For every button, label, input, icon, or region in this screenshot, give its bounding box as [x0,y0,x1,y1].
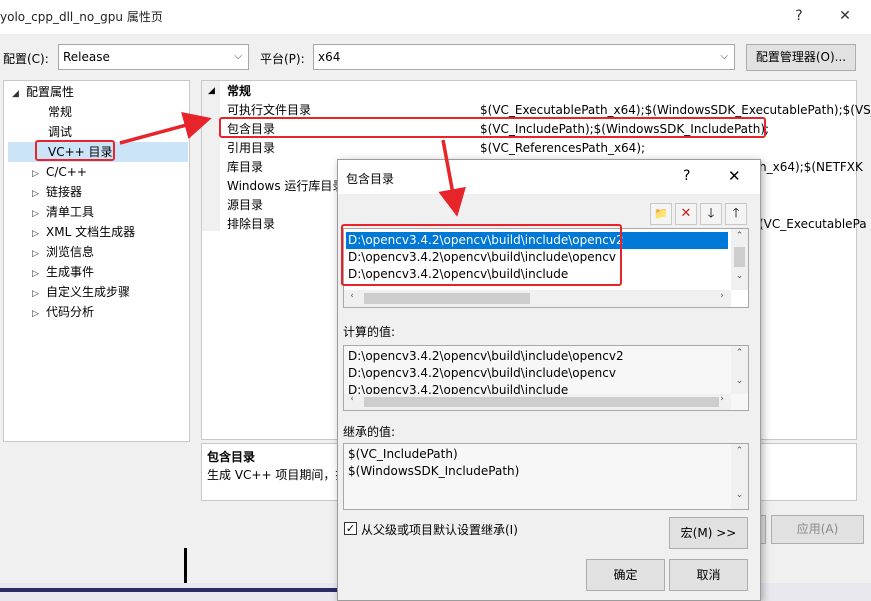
grid-row-executable-dirs[interactable]: 可执行文件目录 $(VC_ExecutablePath_x64);$(Windo… [202,101,871,120]
include-dirs-dialog: 包含目录 ? ✕ 📁 ✕ 🡓 🡑 D:\opencv3.4.2\opencv\b… [337,159,761,601]
chevron-down-icon: ⌵ [234,51,242,62]
tree-item-general[interactable]: 常规 [48,102,72,122]
inherited-line: $(VC_IncludePath) [348,447,458,461]
scroll-up-icon[interactable]: ⌃ [731,231,748,241]
scroll-right-icon[interactable]: › [716,394,728,404]
computed-line: D:\opencv3.4.2\opencv\build\include\open… [348,366,616,380]
scroll-up-icon[interactable]: ⌃ [731,348,748,358]
title-bar: yolo_cpp_dll_no_gpu 属性页 ? ✕ [0,0,871,34]
include-dirs-list[interactable]: D:\opencv3.4.2\opencv\build\include\open… [343,228,749,308]
scroll-down-icon[interactable]: ⌄ [731,271,748,281]
move-up-button[interactable]: 🡑 [725,203,747,225]
tree-item-linker[interactable]: ▷ 链接器 [32,182,82,202]
triangle-collapsed-icon: ▷ [32,209,39,219]
scroll-right-icon[interactable]: › [716,291,728,301]
list-item[interactable]: D:\opencv3.4.2\opencv\build\include\open… [348,232,624,249]
tree-item-browse-info[interactable]: ▷ 浏览信息 [32,242,94,262]
inherited-line: $(WindowsSDK_IncludePath) [348,464,520,478]
tree-item-build-events[interactable]: ▷ 生成事件 [32,262,94,282]
inherit-checkbox-label: 从父级或项目默认设置继承(I) [361,523,518,537]
move-down-button[interactable]: 🡓 [700,203,722,225]
triangle-expanded-icon: ◢ [208,86,215,96]
dialog-title-bar: 包含目录 ? ✕ [338,160,760,194]
chevron-down-icon: ⌵ [720,51,728,62]
description-text: 生成 VC++ 项目期间，搜 [207,468,348,482]
triangle-collapsed-icon: ▷ [32,289,39,299]
macros-button[interactable]: 宏(M) >> [669,517,748,549]
background-divider [184,548,187,583]
triangle-collapsed-icon: ▷ [32,249,39,259]
inherited-vertical-scrollbar[interactable]: ⌃ ⌄ [731,444,748,509]
dialog-close-button[interactable]: ✕ [728,167,741,185]
platform-label: 平台(P): [260,52,305,66]
computed-horizontal-scrollbar[interactable]: ‹ › [344,394,731,410]
property-tree: ◢ 配置属性 常规 调试 VC++ 目录 ▷ C/C++ ▷ 链接器 ▷ 清单工具 ▷ X… [3,80,190,442]
description-title: 包含目录 [207,450,256,464]
grid-row-include-dirs[interactable]: 包含目录 $(VC_IncludePath);$(WindowsSDK_Incl… [202,120,856,139]
dialog-help-button[interactable]: ? [683,168,690,184]
triangle-collapsed-icon: ▷ [32,169,39,179]
computed-values-box[interactable]: D:\opencv3.4.2\opencv\build\include\open… [343,345,749,411]
tree-item-vc-directories[interactable]: VC++ 目录 [48,142,113,162]
list-vertical-scrollbar[interactable]: ⌃ ⌄ [731,229,748,290]
triangle-expanded-icon: ◢ [12,89,19,99]
list-item[interactable]: D:\opencv3.4.2\opencv\build\include\open… [348,249,616,266]
new-line-button[interactable]: 📁 [650,203,672,225]
grid-row-reference-dirs[interactable]: 引用目录 $(VC_ReferencesPath_x64); [202,139,856,158]
scroll-left-icon[interactable]: ‹ [346,394,358,404]
close-button[interactable]: ✕ [834,6,856,26]
tree-item-debug[interactable]: 调试 [48,122,72,142]
scroll-left-icon[interactable]: ‹ [346,291,358,301]
folder-icon: 📁 [654,207,668,220]
delete-icon: ✕ [680,206,692,221]
config-label: 配置(C): [3,52,49,66]
platform-select-value: x64 [318,50,341,64]
computed-vertical-scrollbar[interactable]: ⌃ ⌄ [731,346,748,394]
grid-section-header[interactable]: ◢ 常规 [202,82,856,101]
computed-line: D:\opencv3.4.2\opencv\build\include\open… [348,349,624,363]
dialog-title: 包含目录 [346,172,395,186]
delete-line-button[interactable]: ✕ [675,203,697,225]
scroll-down-icon[interactable]: ⌄ [731,490,748,500]
triangle-collapsed-icon: ▷ [32,229,39,239]
scroll-up-icon[interactable]: ⌃ [731,446,748,456]
scroll-down-icon[interactable]: ⌄ [731,376,748,386]
computed-label: 计算的值: [343,325,396,339]
triangle-collapsed-icon: ▷ [32,269,39,279]
tree-item-manifest-tool[interactable]: ▷ 清单工具 [32,202,94,222]
scroll-thumb[interactable] [734,247,745,267]
list-item[interactable]: D:\opencv3.4.2\opencv\build\include [348,266,568,283]
config-manager-button[interactable]: 配置管理器(O)... [746,44,856,71]
help-button[interactable]: ? [788,6,810,26]
triangle-collapsed-icon: ▷ [32,309,39,319]
scroll-thumb[interactable] [364,293,530,304]
arrow-up-icon: 🡑 [732,206,740,221]
inherit-checkbox[interactable]: ✓ [344,522,357,535]
inherited-values-box[interactable]: $(VC_IncludePath) $(WindowsSDK_IncludePa… [343,443,749,510]
ok-button[interactable]: 确定 [586,559,665,591]
scroll-thumb[interactable] [364,397,719,407]
background-bar [0,588,337,592]
triangle-collapsed-icon: ▷ [32,189,39,199]
config-select[interactable]: Release ⌵ [58,44,249,70]
config-select-value: Release [63,50,110,64]
tree-item-custom-build[interactable]: ▷ 自定义生成步骤 [32,282,130,302]
tree-item-cpp[interactable]: ▷ C/C++ [32,162,87,182]
platform-select[interactable]: x64 ⌵ [313,44,735,70]
tree-root[interactable]: ◢ 配置属性 [12,82,74,102]
apply-button[interactable]: 应用(A) [771,515,864,544]
window-title: yolo_cpp_dll_no_gpu 属性页 [0,10,163,24]
list-horizontal-scrollbar[interactable]: ‹ › [344,290,731,307]
cancel-button[interactable]: 取消 [669,559,748,591]
inherited-label: 继承的值: [343,425,396,439]
tree-item-code-analysis[interactable]: ▷ 代码分析 [32,302,94,322]
arrow-down-icon: 🡓 [707,206,715,221]
tree-item-xml-doc[interactable]: ▷ XML 文档生成器 [32,222,135,242]
